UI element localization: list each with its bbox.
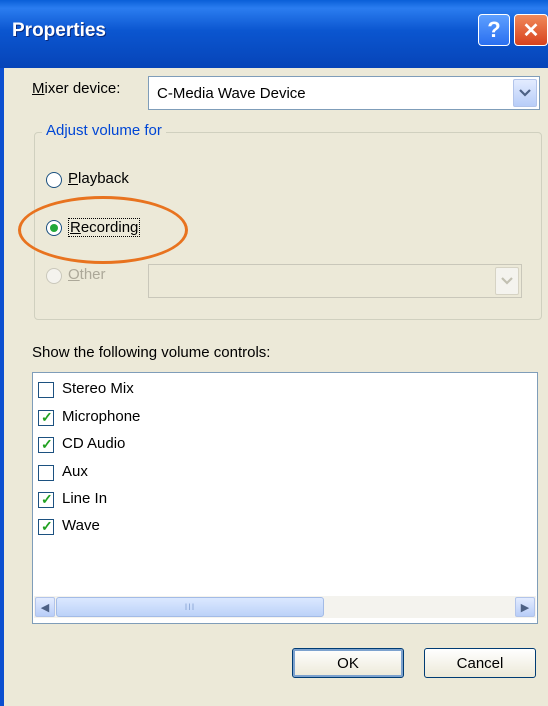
- chevron-left-icon: ◀: [40, 601, 50, 614]
- other-device-select[interactable]: [148, 264, 522, 298]
- checkbox-line-in[interactable]: ✓: [38, 491, 54, 508]
- check-icon: ✓: [41, 518, 53, 534]
- checkbox-wave[interactable]: ✓: [38, 518, 54, 535]
- help-icon: ?: [487, 17, 501, 42]
- radio-other[interactable]: [46, 268, 62, 284]
- close-icon: ✕: [522, 19, 540, 42]
- list-item-microphone[interactable]: Microphone: [62, 408, 140, 425]
- window-frame: [0, 68, 4, 706]
- title-bar[interactable]: Properties ? ✕: [0, 0, 548, 68]
- mixer-device-select[interactable]: C-Media Wave Device: [148, 76, 540, 110]
- list-item-wave[interactable]: Wave: [62, 517, 100, 534]
- horizontal-scrollbar[interactable]: ◀ III ▶: [34, 596, 536, 618]
- mixer-device-value: C-Media Wave Device: [157, 85, 306, 102]
- list-item-aux[interactable]: Aux: [62, 463, 88, 480]
- chevron-down-icon: [519, 89, 531, 97]
- list-item-line-in[interactable]: Line In: [62, 490, 107, 507]
- checkbox-cd-audio[interactable]: ✓: [38, 436, 54, 453]
- adjust-volume-group-title: Adjust volume for: [42, 122, 166, 139]
- checkbox-stereo-mix[interactable]: [38, 382, 54, 398]
- checkbox-aux[interactable]: [38, 465, 54, 481]
- check-icon: ✓: [41, 409, 53, 425]
- mixer-dropdown-button[interactable]: [513, 79, 537, 107]
- chevron-down-icon: [501, 277, 513, 285]
- radio-other-label[interactable]: Other: [68, 266, 106, 283]
- list-item-stereo-mix[interactable]: Stereo Mix: [62, 380, 134, 397]
- radio-playback-label[interactable]: Playback: [68, 170, 129, 187]
- check-icon: ✓: [41, 436, 53, 452]
- scroll-right-button[interactable]: ▶: [515, 597, 535, 617]
- window-title: Properties: [12, 20, 106, 41]
- chevron-right-icon: ▶: [520, 601, 530, 614]
- volume-controls-label: Show the following volume controls:: [32, 344, 271, 361]
- list-item-cd-audio[interactable]: CD Audio: [62, 435, 125, 452]
- ok-button[interactable]: OK: [292, 648, 404, 678]
- radio-playback[interactable]: [46, 172, 62, 188]
- scroll-left-button[interactable]: ◀: [35, 597, 55, 617]
- highlight-ellipse: [18, 196, 188, 264]
- grip-icon: III: [184, 602, 196, 612]
- checkbox-microphone[interactable]: ✓: [38, 409, 54, 426]
- close-button[interactable]: ✕: [514, 14, 548, 46]
- properties-dialog: Properties ? ✕ Mixer device: C-Media Wav…: [0, 0, 548, 706]
- scrollbar-thumb[interactable]: III: [56, 597, 324, 617]
- ok-button-label: OK: [337, 654, 359, 672]
- mixer-device-label: Mixer device:: [32, 80, 121, 97]
- other-dropdown-button[interactable]: [495, 267, 519, 295]
- cancel-button-label: Cancel: [456, 654, 504, 672]
- help-button[interactable]: ?: [478, 14, 510, 46]
- cancel-button[interactable]: Cancel: [424, 648, 536, 678]
- check-icon: ✓: [41, 491, 53, 507]
